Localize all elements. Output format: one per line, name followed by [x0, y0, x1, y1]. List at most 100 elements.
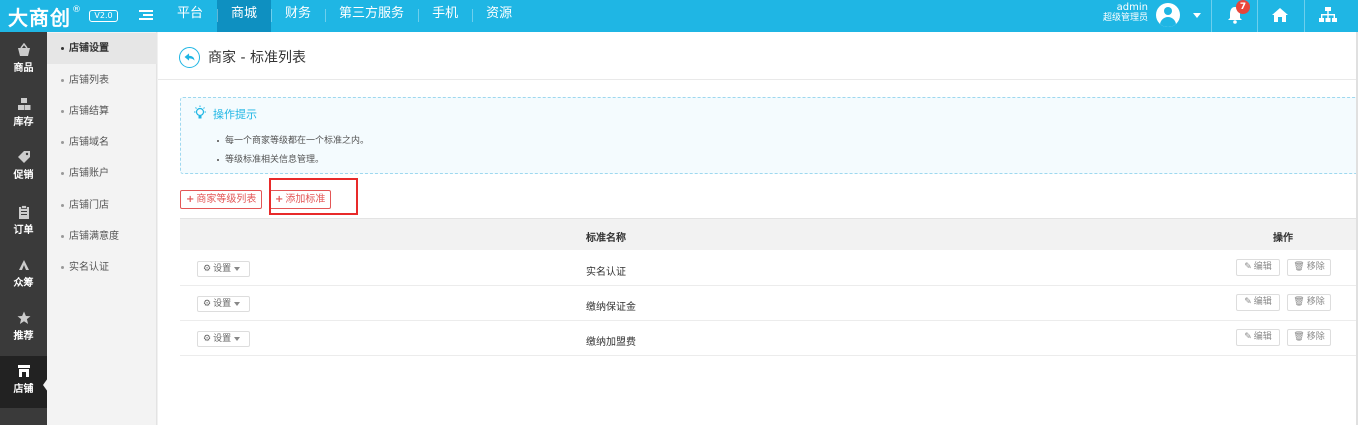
remove-button[interactable]: 🗑 移除: [1287, 259, 1331, 276]
settings-dropdown[interactable]: ⚙ 设置: [197, 296, 250, 312]
caret-down-icon: [234, 266, 241, 271]
module-label: 订单: [13, 225, 34, 236]
submenu-store-branches[interactable]: 店铺门店: [47, 190, 157, 221]
submenu-label: 店铺满意度: [69, 231, 119, 242]
submenu-label: 店铺设置: [69, 43, 109, 54]
settings-dropdown[interactable]: ⚙ 设置: [197, 331, 250, 347]
nav-finance[interactable]: 财务: [271, 0, 325, 32]
store-icon: [17, 365, 30, 377]
edit-button[interactable]: ✎ 编辑: [1236, 259, 1280, 276]
chevron-down-icon[interactable]: [1193, 13, 1201, 18]
module-label: 库存: [13, 117, 34, 128]
column-header-name: 标准名称: [586, 233, 626, 244]
divider: [1211, 0, 1212, 32]
page-header: 商家 - 标准列表: [158, 32, 1358, 80]
nav-platform[interactable]: 平台: [163, 0, 217, 32]
submenu-label: 店铺列表: [69, 75, 109, 86]
edit-label: 编辑: [1253, 297, 1272, 307]
tag-icon: [17, 151, 30, 163]
gear-icon: ⚙: [203, 334, 212, 344]
submenu-label: 店铺账户: [69, 168, 109, 179]
cubes-icon: [17, 98, 30, 110]
edit-button[interactable]: ✎ 编辑: [1236, 329, 1280, 346]
module-promotion[interactable]: 促销: [0, 142, 47, 194]
trash-icon: 🗑: [1293, 262, 1305, 272]
avatar-icon[interactable]: [1156, 3, 1180, 27]
tip-line: 每一个商家等级都在一个标准之内。: [217, 133, 369, 146]
logo[interactable]: 大商创 ®: [8, 1, 81, 31]
submenu-store-settings[interactable]: 店铺设置: [47, 33, 157, 64]
highlight-box: [269, 178, 358, 215]
clipboard-icon: [18, 205, 29, 219]
tips-panel: 操作提示 每一个商家等级都在一个标准之内。 等级标准相关信息管理。: [180, 97, 1358, 174]
settings-label: 设置: [213, 334, 232, 344]
sub-sidebar: 店铺设置 店铺列表 店铺结算 店铺域名 店铺账户 店铺门店 店铺满意度 实名认证: [47, 32, 157, 425]
gear-icon: ⚙: [203, 264, 212, 274]
plus-icon: +: [186, 194, 195, 205]
submenu-store-satisfaction[interactable]: 店铺满意度: [47, 221, 157, 252]
module-orders[interactable]: 订单: [0, 197, 47, 249]
tips-title: 操作提示: [213, 108, 257, 121]
remove-button[interactable]: 🗑 移除: [1287, 294, 1331, 311]
divider: [1257, 0, 1258, 32]
module-label: 推荐: [13, 331, 34, 342]
caret-down-icon: [234, 301, 241, 306]
submenu-store-settlement[interactable]: 店铺结算: [47, 96, 157, 127]
top-bar: 大商创 ® V2.0 平台 商城 财务 第三方服务 手机 资源 admin 超级…: [0, 0, 1358, 32]
edit-label: 编辑: [1253, 262, 1272, 272]
user-info[interactable]: admin 超级管理员: [1096, 2, 1148, 24]
menu-toggle-icon[interactable]: [139, 10, 153, 23]
version-badge: V2.0: [89, 10, 118, 22]
caret-down-icon: [234, 336, 241, 341]
submenu-label: 实名认证: [69, 262, 109, 273]
back-arrow-icon[interactable]: [179, 47, 200, 68]
registered-mark: ®: [72, 5, 81, 15]
settings-label: 设置: [213, 264, 232, 274]
user-name: admin: [1116, 2, 1148, 13]
standard-name: 缴纳保证金: [586, 302, 636, 313]
people-icon: [18, 260, 29, 270]
edit-icon: ✎: [1244, 262, 1252, 272]
edit-label: 编辑: [1253, 332, 1272, 342]
module-goods[interactable]: 商品: [0, 35, 47, 87]
table-row: ⚙ 设置 实名认证 ✎ 编辑 🗑 移除: [180, 251, 1358, 286]
nav-third-party[interactable]: 第三方服务: [325, 0, 418, 32]
main-nav: 平台 商城 财务 第三方服务 手机 资源: [163, 0, 526, 32]
star-icon: [17, 311, 30, 324]
remove-button[interactable]: 🗑 移除: [1287, 329, 1331, 346]
basket-icon: [17, 43, 30, 56]
home-icon[interactable]: [1271, 7, 1289, 23]
module-label: 众筹: [13, 278, 34, 289]
submenu-store-domain[interactable]: 店铺域名: [47, 127, 157, 158]
trash-icon: 🗑: [1293, 297, 1305, 307]
settings-label: 设置: [213, 299, 232, 309]
grade-list-button[interactable]: + 商家等级列表: [180, 190, 263, 209]
submenu-label: 店铺结算: [69, 106, 109, 117]
module-store[interactable]: 店铺: [0, 356, 47, 408]
remove-label: 移除: [1306, 332, 1325, 342]
table-row: ⚙ 设置 缴纳保证金 ✎ 编辑 🗑 移除: [180, 286, 1358, 321]
standard-name: 实名认证: [586, 267, 626, 278]
button-label: 商家等级列表: [196, 194, 257, 205]
table-row: ⚙ 设置 缴纳加盟费 ✎ 编辑 🗑 移除: [180, 321, 1358, 356]
module-label: 店铺: [13, 384, 34, 395]
standard-name: 缴纳加盟费: [586, 337, 636, 348]
remove-label: 移除: [1306, 297, 1325, 307]
settings-dropdown[interactable]: ⚙ 设置: [197, 261, 250, 277]
module-recommend[interactable]: 推荐: [0, 303, 47, 355]
nav-mobile[interactable]: 手机: [418, 0, 472, 32]
table-header: 标准名称 操作: [180, 218, 1358, 250]
trash-icon: 🗑: [1293, 332, 1305, 342]
submenu-real-name-auth[interactable]: 实名认证: [47, 252, 157, 283]
module-label: 商品: [13, 63, 34, 74]
logo-text: 大商创: [8, 5, 71, 30]
nav-resources[interactable]: 资源: [472, 0, 526, 32]
module-crowdfunding[interactable]: 众筹: [0, 250, 47, 302]
sitemap-icon[interactable]: [1319, 7, 1337, 23]
submenu-store-account[interactable]: 店铺账户: [47, 158, 157, 189]
submenu-label: 店铺门店: [69, 200, 109, 211]
edit-button[interactable]: ✎ 编辑: [1236, 294, 1280, 311]
submenu-store-list[interactable]: 店铺列表: [47, 65, 157, 96]
module-inventory[interactable]: 库存: [0, 89, 47, 141]
nav-mall[interactable]: 商城: [217, 0, 272, 32]
